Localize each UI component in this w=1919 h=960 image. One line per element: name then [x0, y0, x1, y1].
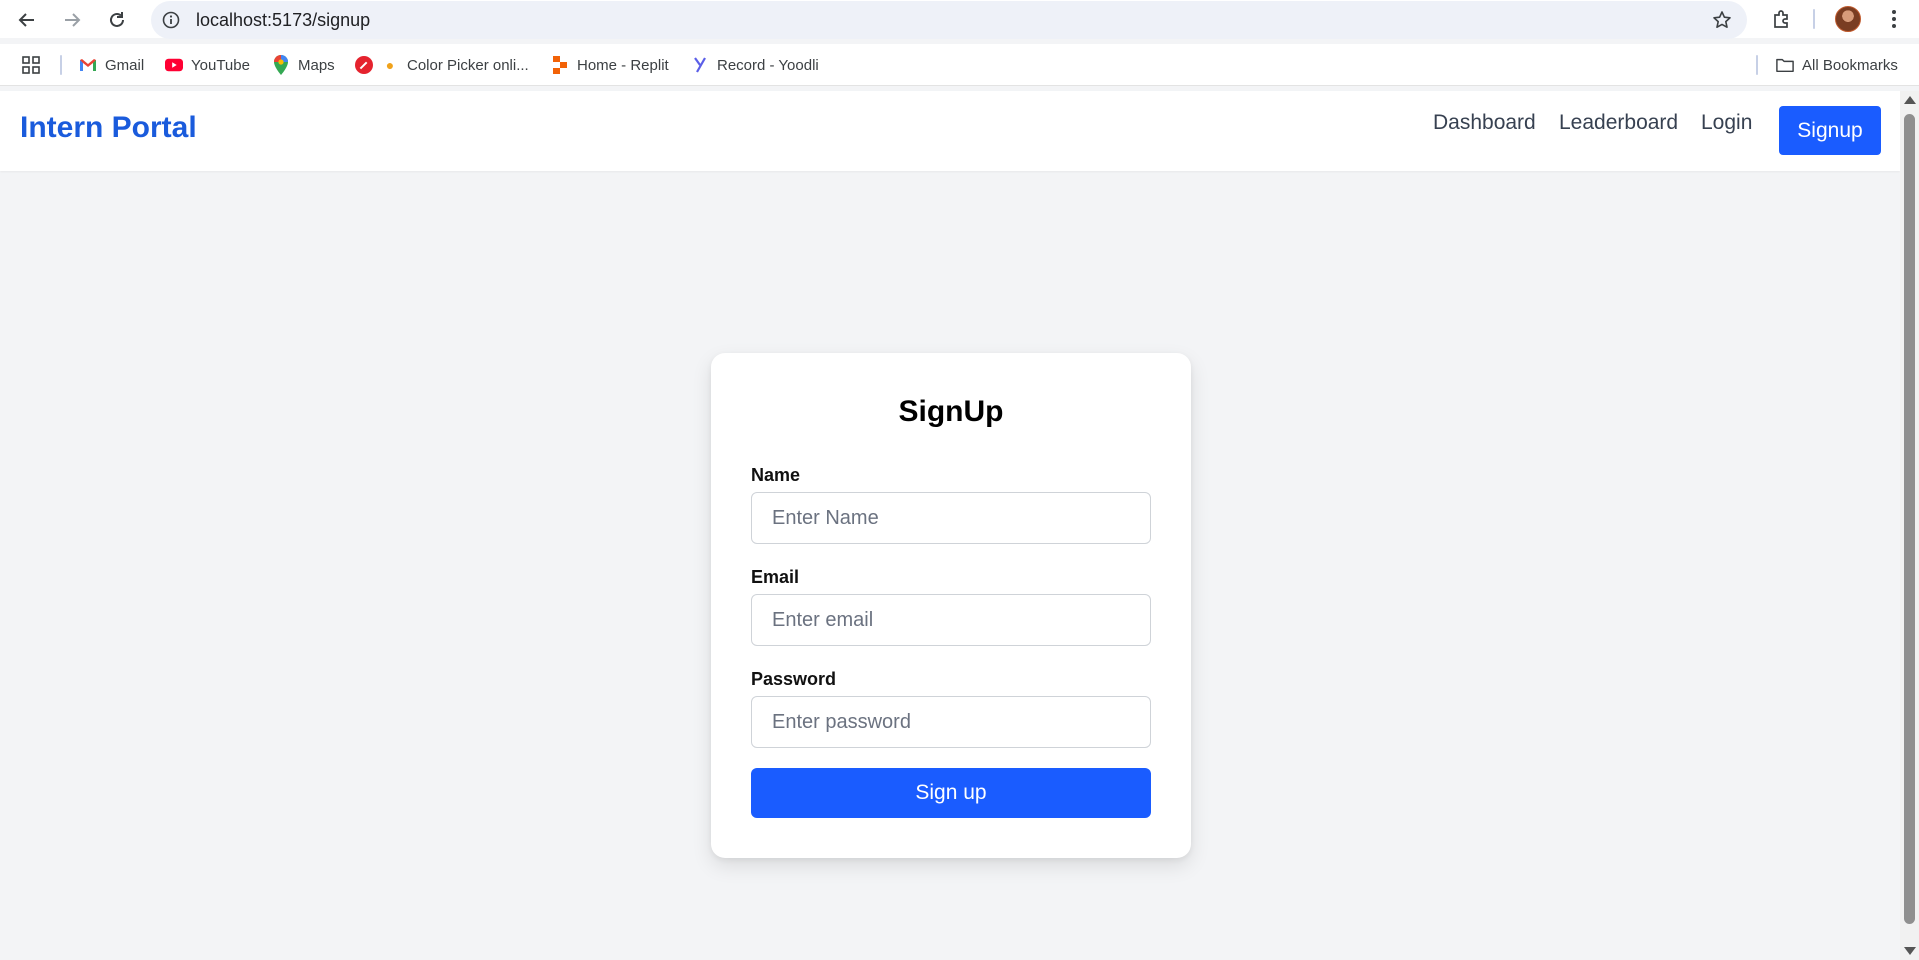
bookmark-label: Home - Replit	[577, 56, 669, 74]
all-bookmarks-button[interactable]: All Bookmarks	[1776, 53, 1898, 77]
maps-icon	[272, 55, 290, 75]
bookmark-label: YouTube	[191, 56, 250, 74]
name-input[interactable]	[751, 492, 1151, 544]
bookmarks-bar: Gmail YouTube Maps ● Color Picker onli..…	[0, 44, 1919, 86]
profile-avatar[interactable]	[1835, 6, 1861, 32]
bookmark-label: Color Picker onli...	[407, 56, 529, 74]
replit-icon	[551, 56, 569, 74]
bookmark-label: Maps	[298, 56, 335, 74]
apps-grid-icon	[22, 56, 40, 74]
password-label: Password	[751, 669, 837, 689]
nav-link-login[interactable]: Login	[1701, 111, 1752, 135]
extensions-button[interactable]	[1767, 4, 1797, 34]
forward-arrow-icon	[65, 13, 81, 27]
back-arrow-icon	[18, 13, 34, 27]
back-button[interactable]	[12, 5, 42, 35]
toolbar-divider	[1813, 9, 1815, 29]
puzzle-icon	[1774, 10, 1788, 28]
nav-link-leaderboard[interactable]: Leaderboard	[1559, 111, 1678, 135]
bookmark-youtube[interactable]: YouTube	[165, 53, 250, 77]
browser-toolbar: localhost:5173/signup	[0, 0, 1919, 39]
app-navbar: Intern Portal Dashboard Leaderboard Logi…	[0, 91, 1900, 171]
gmail-icon	[79, 56, 97, 74]
bookmark-gmail[interactable]: Gmail	[79, 53, 144, 77]
password-input[interactable]	[751, 696, 1151, 748]
email-input[interactable]	[751, 594, 1151, 646]
yoodli-icon	[691, 56, 709, 74]
color-picker-icon	[355, 56, 373, 74]
scroll-down-arrow-icon[interactable]	[1904, 947, 1916, 955]
bookmark-star-icon[interactable]	[1711, 9, 1733, 31]
bookmark-yoodli[interactable]: Record - Yoodli	[691, 53, 819, 77]
page-scrollbar[interactable]	[1900, 91, 1919, 960]
folder-icon	[1776, 56, 1794, 74]
kebab-menu-icon	[1892, 10, 1896, 28]
hand-emoji-icon: ●	[385, 57, 395, 73]
youtube-icon	[165, 56, 183, 74]
bookmarks-divider	[60, 55, 62, 75]
name-label: Name	[751, 465, 801, 485]
bookmarks-divider-right	[1756, 55, 1758, 75]
reload-button[interactable]	[102, 5, 132, 35]
bookmark-maps[interactable]: Maps	[272, 53, 335, 77]
address-bar[interactable]: localhost:5173/signup	[151, 1, 1747, 39]
scroll-thumb[interactable]	[1904, 114, 1915, 924]
form-title: SignUp	[898, 395, 1004, 428]
bookmark-label: Gmail	[105, 56, 145, 74]
url-text[interactable]: localhost:5173/signup	[196, 1, 370, 39]
bookmark-label: Record - Yoodli	[717, 56, 819, 74]
signup-card: SignUp Name Email Password Sign up	[711, 353, 1191, 858]
forward-button[interactable]	[57, 5, 87, 35]
bookmark-color-picker[interactable]: ● Color Picker onli...	[355, 53, 529, 77]
site-info-icon[interactable]	[161, 10, 181, 30]
nav-signup-button[interactable]: Signup	[1779, 106, 1881, 155]
all-bookmarks-label: All Bookmarks	[1802, 56, 1898, 74]
browser-menu-button[interactable]	[1879, 4, 1909, 34]
reload-icon	[110, 12, 124, 27]
nav-link-dashboard[interactable]: Dashboard	[1433, 111, 1536, 135]
email-label: Email	[751, 567, 800, 587]
brand-logo[interactable]: Intern Portal	[20, 111, 197, 145]
sign-up-button[interactable]: Sign up	[751, 768, 1151, 818]
bookmark-replit[interactable]: Home - Replit	[551, 53, 669, 77]
scroll-up-arrow-icon[interactable]	[1904, 96, 1916, 104]
apps-button[interactable]	[22, 53, 40, 77]
